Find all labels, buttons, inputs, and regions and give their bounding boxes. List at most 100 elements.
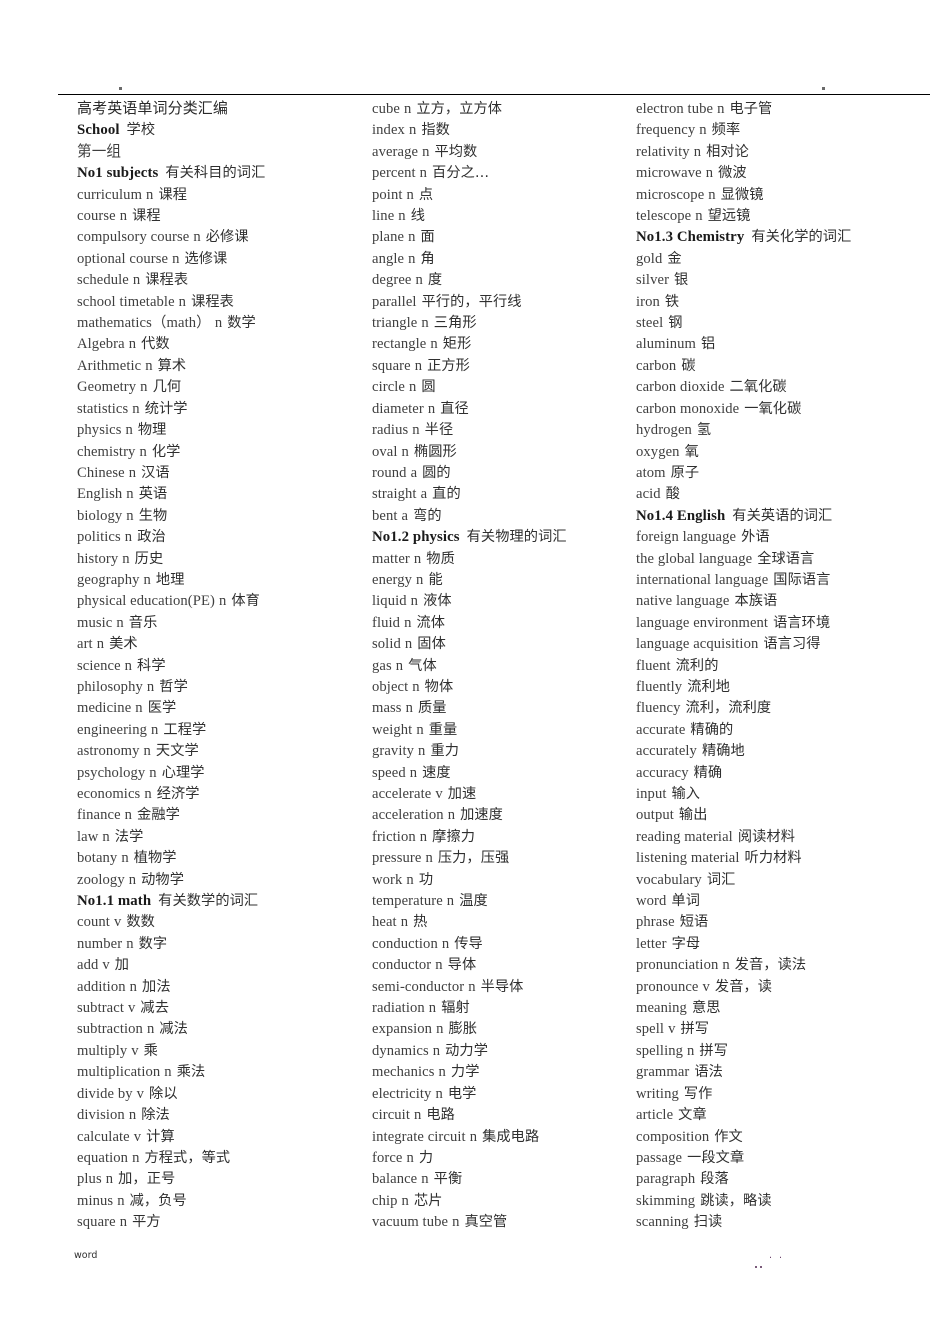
entry-part-of-speech: n — [469, 1128, 478, 1145]
vocabulary-entry: minus n 减，负号 — [77, 1191, 363, 1212]
entry-translation: 电子管 — [729, 101, 773, 117]
entry-part-of-speech: n — [722, 957, 730, 974]
entry-term: Algebra — [77, 336, 125, 353]
entry-part-of-speech: n — [408, 229, 416, 246]
entry-term: mass — [372, 700, 402, 717]
vocabulary-entry: friction n 摩擦力 — [372, 827, 625, 848]
vocabulary-entry: divide by v 除以 — [77, 1084, 363, 1105]
entry-term: science — [77, 657, 121, 674]
entry-term: geography — [77, 571, 140, 588]
vocabulary-entry: microscope n 显微镜 — [636, 185, 938, 206]
entry-term: electricity — [372, 1085, 432, 1102]
entry-translation: 圆 — [421, 379, 436, 396]
entry-translation: 有关物理的词汇 — [466, 529, 567, 546]
entry-part-of-speech: n — [144, 786, 152, 802]
vocabulary-entry: carbon 碳 — [636, 356, 938, 377]
entry-term: philosophy — [77, 678, 143, 695]
entry-term: plane — [372, 229, 405, 246]
entry-translation: 除法 — [141, 1107, 170, 1124]
vocabulary-entry: biology n 生物 — [77, 506, 363, 527]
entry-translation: 热 — [413, 914, 428, 931]
entry-part-of-speech: n — [218, 593, 227, 610]
vocabulary-entry: phrase 短语 — [636, 912, 938, 933]
entry-part-of-speech: n — [419, 828, 428, 845]
entry-part-of-speech: n — [140, 379, 148, 396]
entry-part-of-speech: n — [432, 1042, 441, 1059]
vocabulary-entry: science n 科学 — [77, 656, 363, 677]
entry-part-of-speech: n — [401, 443, 409, 460]
vocabulary-entry: mass n 质量 — [372, 698, 625, 719]
entry-translation: 导体 — [447, 957, 477, 974]
vocabulary-entry: botany n 植物学 — [77, 848, 363, 869]
entry-term: calculate — [77, 1128, 130, 1145]
entry-term: grammar — [636, 1064, 690, 1081]
vocabulary-entry: fluid n 流体 — [372, 613, 625, 634]
entry-term: energy — [372, 571, 413, 588]
entry-translation: 平行的，平行线 — [421, 293, 522, 310]
entry-part-of-speech: v — [668, 1021, 676, 1038]
entry-part-of-speech: n — [119, 208, 128, 225]
entry-part-of-speech: n — [146, 186, 154, 203]
entry-translation: 拼写 — [680, 1021, 710, 1038]
entry-term: engineering — [77, 721, 147, 738]
vocabulary-entry: listening material 听力材料 — [636, 848, 938, 869]
entry-term: language acquisition — [636, 636, 759, 653]
vocabulary-heading: No1.1 math 有关数学的词汇 — [77, 891, 363, 912]
entry-translation: 课程表 — [145, 272, 189, 289]
vocabulary-entry: input 输入 — [636, 784, 938, 805]
vocabulary-entry: atom 原子 — [636, 463, 938, 484]
vocabulary-entry: liquid n 液体 — [372, 591, 625, 612]
entry-translation: 阅读材料 — [737, 828, 795, 845]
vocabulary-entry: frequency n 频率 — [636, 120, 938, 141]
entry-translation: 单词 — [671, 893, 700, 910]
entry-translation: 计算 — [146, 1128, 175, 1145]
entry-translation: 一氧化碳 — [744, 400, 802, 417]
vocabulary-entry: statistics n 统计学 — [77, 399, 363, 420]
entry-part-of-speech: n — [693, 143, 702, 160]
entry-translation: 法学 — [114, 828, 144, 845]
entry-translation: 流利的 — [675, 657, 719, 674]
vocabulary-entry: pronunciation n 发音，读法 — [636, 955, 938, 976]
vocabulary-entry: fluency 流利，流利度 — [636, 698, 938, 719]
entry-part-of-speech: n — [128, 871, 137, 888]
entry-part-of-speech: n — [149, 764, 157, 781]
vocabulary-entry: native language 本族语 — [636, 591, 938, 612]
entry-translation: 频率 — [711, 122, 741, 139]
entry-part-of-speech: n — [128, 336, 137, 353]
vocabulary-entry: matter n 物质 — [372, 549, 625, 570]
entry-part-of-speech: n — [132, 272, 141, 289]
entry-term: mechanics — [372, 1064, 435, 1081]
entry-translation: 扫读 — [693, 1214, 723, 1231]
vocabulary-heading: No1 subjects 有关科目的词汇 — [77, 163, 363, 184]
entry-part-of-speech: v — [435, 786, 443, 802]
vocabulary-entry: fluent 流利的 — [636, 656, 938, 677]
vocabulary-entry: Arithmetic n 算术 — [77, 356, 363, 377]
entry-part-of-speech: n — [425, 850, 433, 867]
entry-part-of-speech: n — [126, 935, 134, 952]
entry-translation: 加 — [114, 957, 130, 974]
entry-translation: 流利地 — [687, 678, 731, 695]
entry-term: writing — [636, 1085, 679, 1102]
vocabulary-entry: cube n 立方，立方体 — [372, 99, 625, 120]
entry-term: spell — [636, 1021, 665, 1038]
entry-term: carbon dioxide — [636, 379, 725, 396]
entry-term: fluid — [372, 614, 401, 631]
entry-part-of-speech: n — [105, 1171, 114, 1188]
entry-term: circle — [372, 379, 406, 396]
vocabulary-entry: balance n 平衡 — [372, 1169, 625, 1190]
entry-term: mathematics（math） — [77, 315, 211, 332]
entry-translation: 电路 — [426, 1107, 455, 1124]
entry-translation: 矩形 — [442, 336, 472, 353]
entry-part-of-speech: a — [420, 486, 428, 503]
entry-part-of-speech: n — [414, 357, 423, 374]
entry-part-of-speech: n — [435, 957, 443, 974]
entry-translation: 指数 — [421, 122, 450, 139]
entry-translation: 直径 — [440, 400, 469, 417]
entry-translation: 一段文章 — [687, 1149, 745, 1166]
entry-translation: 物理 — [137, 422, 167, 439]
entry-translation: 语言习得 — [763, 636, 821, 653]
vocabulary-entry: economics n 经济学 — [77, 784, 363, 805]
entry-term: phrase — [636, 914, 675, 931]
vocabulary-entry: oval n 椭圆形 — [372, 442, 625, 463]
entry-part-of-speech: n — [151, 721, 159, 738]
